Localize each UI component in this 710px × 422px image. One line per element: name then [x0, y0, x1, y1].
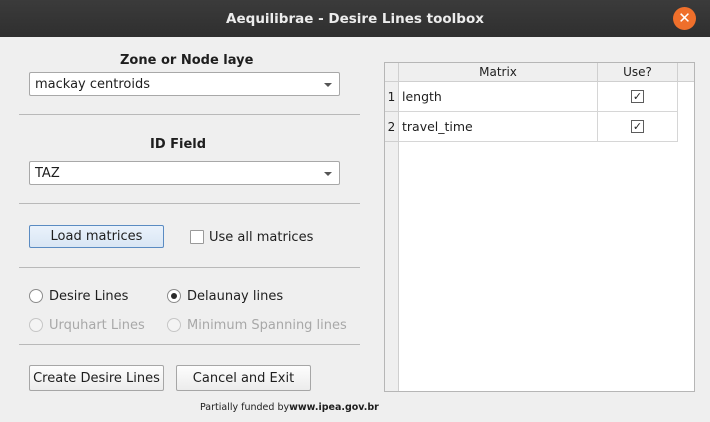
radio-minimum-spanning-lines — [167, 318, 181, 332]
cancel-and-exit-button[interactable]: Cancel and Exit — [176, 365, 311, 391]
column-header-use[interactable]: Use? — [598, 63, 678, 82]
id-field-value: TAZ — [35, 165, 60, 181]
use-checkbox[interactable]: ✓ — [631, 120, 644, 133]
load-matrices-button[interactable]: Load matrices — [29, 225, 164, 248]
use-checkbox[interactable]: ✓ — [631, 90, 644, 103]
matrix-table: Matrix Use? 1 length ✓ 2 travel_time ✓ — [384, 62, 695, 392]
close-icon[interactable]: ✕ — [673, 7, 696, 30]
chevron-down-icon — [324, 83, 332, 87]
window-title: Aequilibrae - Desire Lines toolbox — [226, 10, 484, 27]
delaunay-lines-label: Delaunay lines — [187, 289, 284, 304]
chevron-down-icon — [324, 172, 332, 176]
funding-link[interactable]: www.ipea.gov.br — [289, 402, 379, 413]
table-cell-matrix-name[interactable]: travel_time — [399, 112, 598, 142]
urquhart-lines-label: Urquhart Lines — [49, 318, 145, 333]
table-corner — [385, 63, 399, 82]
id-field-select[interactable]: TAZ — [29, 161, 340, 185]
use-all-matrices-label: Use all matrices — [209, 230, 314, 245]
divider — [19, 203, 360, 204]
funding-prefix: Partially funded by — [200, 402, 290, 413]
divider — [19, 114, 360, 115]
table-cell-use: ✓ — [598, 112, 678, 142]
table-cell-matrix-name[interactable]: length — [399, 82, 598, 112]
minimum-spanning-lines-label: Minimum Spanning lines — [187, 318, 347, 333]
zone-layer-label: Zone or Node laye — [120, 53, 254, 68]
create-desire-lines-button[interactable]: Create Desire Lines — [29, 365, 164, 391]
title-bar: Aequilibrae - Desire Lines toolbox ✕ — [0, 0, 710, 37]
table-cell-use: ✓ — [598, 82, 678, 112]
desire-lines-label: Desire Lines — [49, 289, 129, 304]
zone-layer-value: mackay centroids — [35, 76, 151, 92]
radio-desire-lines[interactable] — [29, 289, 43, 303]
zone-layer-select[interactable]: mackay centroids — [29, 72, 340, 96]
use-all-matrices-checkbox[interactable] — [190, 230, 204, 244]
header-filler — [678, 63, 694, 82]
radio-delaunay-lines[interactable] — [167, 289, 181, 303]
divider — [19, 267, 360, 268]
column-header-matrix[interactable]: Matrix — [399, 63, 598, 82]
row-number: 1 — [385, 82, 399, 112]
funding-note: Partially funded bywww.ipea.gov.br — [200, 402, 379, 413]
radio-urquhart-lines — [29, 318, 43, 332]
radio-selected-dot — [171, 293, 177, 299]
row-number: 2 — [385, 112, 399, 142]
divider — [19, 344, 360, 345]
id-field-label: ID Field — [150, 137, 207, 152]
